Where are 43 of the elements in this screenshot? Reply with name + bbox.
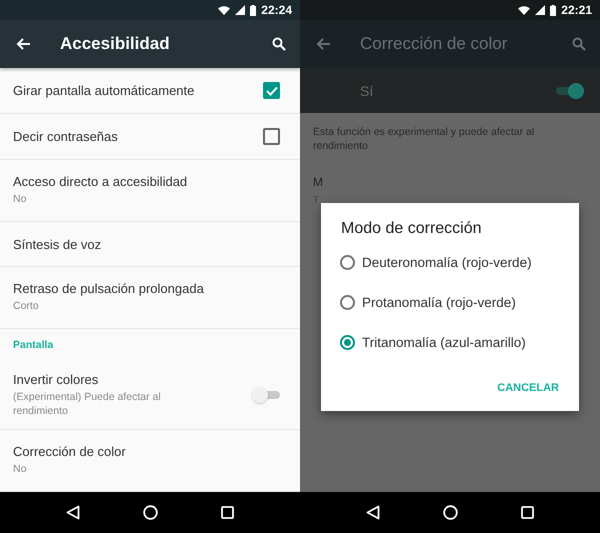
search-icon[interactable] <box>272 37 286 51</box>
setting-summary: No <box>13 193 28 207</box>
status-time: 22:24 <box>261 3 292 17</box>
radio-button[interactable] <box>340 254 355 270</box>
setting-summary: (Experimental) Puede afectar al rendimiento <box>13 390 162 418</box>
screen-title: Corrección de color <box>360 34 508 54</box>
setting-title[interactable]: Invertir colores <box>13 372 252 387</box>
signal-icon <box>535 5 546 15</box>
battery-icon <box>550 4 556 16</box>
dialog-title: Modo de corrección <box>341 220 482 238</box>
option-label[interactable]: Protanomalía (rojo-verde) <box>362 294 516 310</box>
recents-icon[interactable] <box>220 506 234 519</box>
checkbox[interactable] <box>263 128 280 145</box>
home-icon[interactable] <box>142 505 158 520</box>
description-text: Esta función es experimental y puede afectar al rendimiento <box>313 125 536 154</box>
back-icon[interactable] <box>366 505 380 520</box>
setting-title[interactable]: Síntesis de voz <box>13 236 280 252</box>
screen-title: Accesibilidad <box>60 34 171 54</box>
toggle-switch[interactable] <box>556 82 584 98</box>
setting-title[interactable]: Acceso directo a accesibilidad <box>13 174 280 190</box>
setting-title[interactable]: Decir contraseñas <box>13 129 263 144</box>
setting-summary: No <box>13 463 28 477</box>
radio-button[interactable] <box>340 294 355 310</box>
toggle-switch[interactable] <box>252 387 280 403</box>
recents-icon[interactable] <box>520 506 534 519</box>
setting-summary: Corto <box>13 300 40 314</box>
status-time: 22:21 <box>561 3 592 17</box>
wifi-icon <box>218 6 230 14</box>
option-label[interactable]: Tritanomalía (azul-amarillo) <box>362 334 526 350</box>
checkbox[interactable] <box>263 82 280 99</box>
section-header: Pantalla <box>12 338 54 353</box>
battery-icon <box>250 4 256 16</box>
back-icon[interactable] <box>66 505 80 520</box>
radio-button[interactable] <box>340 334 355 350</box>
switch-label: Sí <box>360 82 374 98</box>
wifi-icon <box>518 6 530 14</box>
setting-title: M <box>313 175 323 190</box>
setting-title[interactable]: Corrección de color <box>13 444 280 460</box>
setting-title[interactable]: Girar pantalla automáticamente <box>13 83 263 98</box>
home-icon[interactable] <box>442 505 458 520</box>
signal-icon <box>235 5 246 15</box>
option-label[interactable]: Deuteronomalía (rojo-verde) <box>362 254 532 270</box>
setting-title[interactable]: Retraso de pulsación prolongada <box>13 281 280 296</box>
